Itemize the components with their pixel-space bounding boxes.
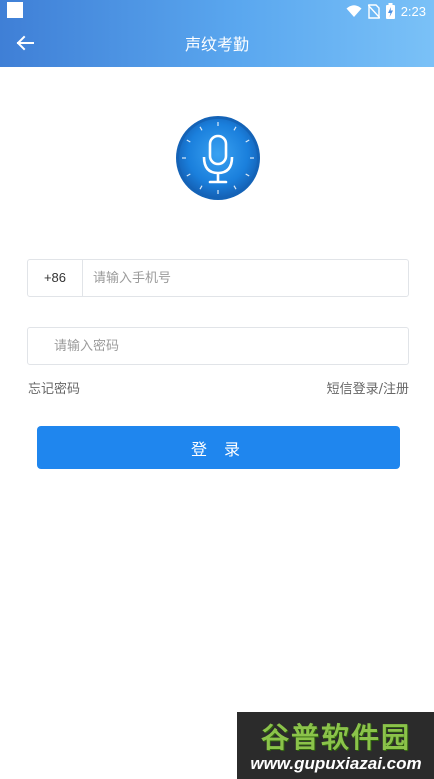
watermark-url: www.gupuxiazai.com (250, 754, 422, 773)
country-code-selector[interactable]: +86 (28, 260, 83, 296)
login-button[interactable]: 登 录 (37, 426, 400, 469)
phone-input[interactable] (93, 260, 393, 296)
forgot-password-link[interactable]: 忘记密码 (28, 378, 80, 397)
wifi-icon (346, 5, 362, 17)
sms-login-register-link[interactable]: 短信登录/注册 (327, 378, 409, 397)
watermark-title: 谷普软件园 (260, 721, 411, 754)
password-field-container (27, 327, 409, 365)
app-logo (175, 115, 261, 201)
password-input[interactable] (54, 328, 384, 364)
watermark: 谷普软件园 www.gupuxiazai.com (237, 712, 434, 779)
notification-icon (7, 2, 23, 18)
page-title: 声纹考勤 (184, 35, 249, 54)
microphone-icon (176, 116, 260, 200)
phone-field-container: +86 (27, 259, 409, 297)
status-bar: 2:23 (0, 0, 434, 22)
status-time: 2:23 (400, 3, 426, 19)
no-sim-icon (367, 3, 380, 19)
battery-charging-icon (385, 3, 395, 19)
status-icons: 2:23 (346, 2, 426, 20)
